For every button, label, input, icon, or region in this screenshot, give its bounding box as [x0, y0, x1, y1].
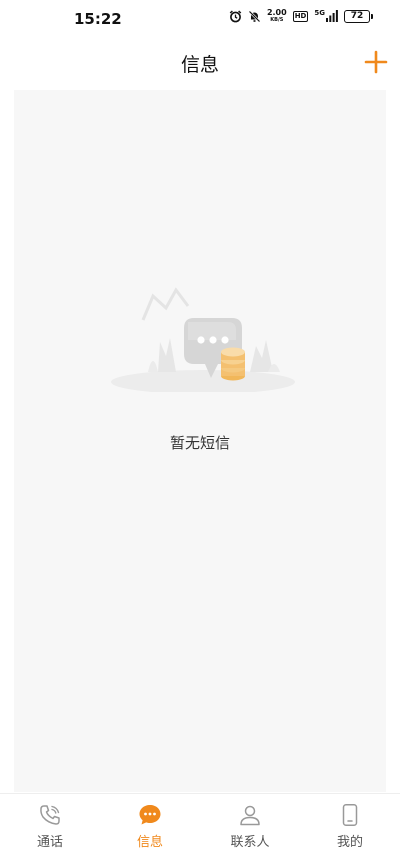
hd-icon: HD — [292, 10, 309, 22]
empty-message-illustration — [108, 280, 298, 394]
phone-icon — [40, 805, 60, 825]
network-speed-unit: KB/S — [270, 17, 284, 23]
header: 信息 — [0, 36, 400, 90]
message-list[interactable]: 暂无短信 — [14, 90, 386, 792]
tab-label-messages: 信息 — [136, 835, 163, 850]
status-bar: 15:22 2.00 KB/S HD 5G 72 — [0, 0, 400, 36]
mobile-icon — [342, 804, 358, 826]
add-button[interactable] — [362, 48, 390, 76]
mute-icon — [248, 10, 261, 23]
tab-calls[interactable]: 通话 — [0, 794, 100, 861]
signal-5g-label: 5G — [314, 9, 325, 17]
network-speed: 2.00 KB/S — [266, 8, 287, 24]
tab-label-mine: 我的 — [336, 835, 363, 850]
person-icon — [240, 805, 260, 826]
tab-mine[interactable]: 我的 — [300, 794, 400, 861]
tab-label-contacts: 联系人 — [230, 835, 270, 850]
tab-bar: 通话 信息 联系人 我的 — [0, 793, 400, 861]
battery-icon: 72 — [344, 9, 373, 23]
message-icon — [139, 805, 161, 825]
tab-contacts[interactable]: 联系人 — [200, 794, 300, 861]
empty-state-text: 暂无短信 — [169, 434, 230, 452]
page-title: 信息 — [180, 54, 219, 76]
network-speed-value: 2.00 — [266, 8, 287, 17]
tab-messages[interactable]: 信息 — [100, 794, 200, 861]
tab-label-calls: 通话 — [36, 835, 63, 850]
alarm-icon — [229, 9, 242, 23]
signal-icon: 5G — [314, 10, 338, 22]
plus-icon — [364, 50, 388, 74]
status-icons: 2.00 KB/S HD 5G 72 — [229, 8, 373, 24]
status-time: 15:22 — [74, 10, 122, 28]
